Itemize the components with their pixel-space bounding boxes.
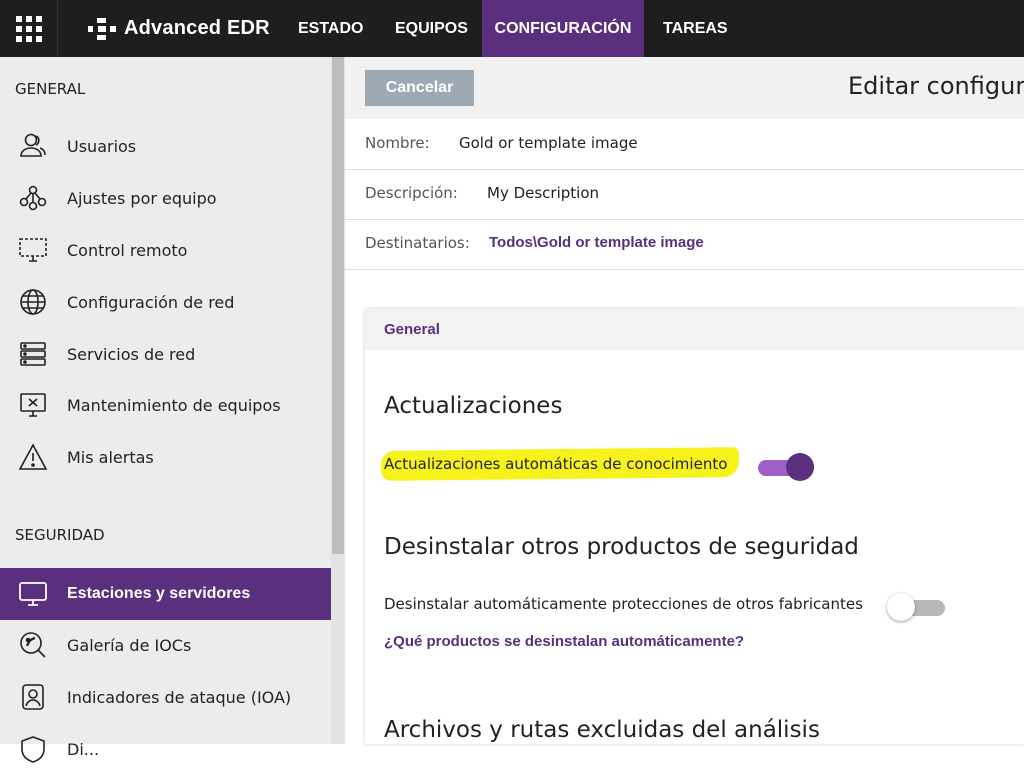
sidebar: GENERAL Usuarios Ajustes por equipo Cont…: [0, 57, 331, 763]
sidebar-item-configuracion-de-red[interactable]: Configuración de red: [0, 277, 331, 327]
network-nodes-icon: [19, 185, 47, 211]
exclusions-heading: Archivos y rutas excluidas del análisis: [384, 717, 820, 743]
sidebar-section-general: GENERAL: [15, 80, 86, 98]
sidebar-item-label: Galería de IOCs: [67, 635, 192, 655]
sidebar-item-label: Ajustes por equipo: [67, 188, 217, 208]
panel-header: General: [365, 309, 1024, 350]
recipients-link[interactable]: Todos\Gold or template image: [489, 234, 704, 251]
sidebar-item-usuarios[interactable]: Usuarios: [0, 121, 331, 171]
description-row: Descripción: My Description: [345, 169, 1024, 220]
apps-menu-button[interactable]: [0, 0, 58, 57]
general-settings-panel: General Actualizaciones Actualizaciones …: [365, 309, 1024, 744]
auto-updates-label: Actualizaciones automáticas de conocimie…: [384, 455, 728, 473]
description-label: Descripción:: [365, 184, 458, 202]
warning-icon: [18, 443, 48, 470]
monitor-x-icon: [20, 393, 46, 417]
sidebar-item-control-remoto[interactable]: Control remoto: [0, 225, 331, 275]
tab-tareas[interactable]: TAREAS: [663, 0, 728, 57]
uninstall-help-link[interactable]: ¿Qué productos se desinstalan automática…: [384, 633, 744, 650]
uninstall-label: Desinstalar automáticamente protecciones…: [384, 595, 863, 613]
remote-screen-icon: [19, 238, 47, 262]
toolbar: Cancelar Editar configura: [345, 57, 1024, 119]
toggle-knob: [887, 593, 915, 621]
brand-name: Advanced EDR: [124, 17, 270, 39]
name-value[interactable]: Gold or template image: [459, 134, 638, 152]
sidebar-item-label: Control remoto: [67, 240, 188, 260]
sidebar-item-indicadores-de-ataque[interactable]: Indicadores de ataque (IOA): [0, 672, 331, 722]
description-value[interactable]: My Description: [487, 184, 599, 202]
auto-updates-toggle[interactable]: [756, 451, 816, 481]
sidebar-scrollbar[interactable]: [331, 57, 345, 744]
sidebar-scrollbar-thumb[interactable]: [332, 57, 344, 554]
sidebar-item-label: Di...: [67, 739, 100, 759]
tab-configuracion[interactable]: CONFIGURACIÓN: [482, 0, 644, 57]
sidebar-item-label: Usuarios: [67, 136, 137, 156]
recipients-label: Destinatarios:: [365, 234, 470, 252]
name-label: Nombre:: [365, 134, 430, 152]
brand[interactable]: Advanced EDR: [88, 0, 270, 57]
server-icon: [20, 342, 46, 366]
tab-estado[interactable]: ESTADO: [298, 0, 363, 57]
uninstall-heading: Desinstalar otros productos de seguridad: [384, 534, 859, 560]
sidebar-item-label: Servicios de red: [67, 344, 196, 364]
sidebar-item-label: Configuración de red: [67, 292, 235, 312]
panel-header-title: General: [384, 321, 440, 338]
sidebar-item-label: Estaciones y servidores: [67, 585, 251, 602]
sidebar-item-servicios-de-red[interactable]: Servicios de red: [0, 329, 331, 379]
updates-heading: Actualizaciones: [384, 393, 563, 419]
uninstall-toggle[interactable]: [887, 591, 947, 621]
sidebar-item-mis-alertas[interactable]: Mis alertas: [0, 432, 331, 482]
top-navigation-bar: Advanced EDR ESTADO EQUIPOS CONFIGURACIÓ…: [0, 0, 1024, 57]
sidebar-item-label: Indicadores de ataque (IOA): [67, 687, 292, 707]
tab-equipos[interactable]: EQUIPOS: [395, 0, 468, 57]
shield-icon: [21, 736, 45, 763]
grid-icon: [15, 15, 42, 42]
sidebar-item-mantenimiento-de-equipos[interactable]: Mantenimiento de equipos: [0, 380, 331, 430]
globe-icon: [20, 289, 46, 315]
ioc-search-icon: [20, 632, 46, 658]
monitor-icon: [19, 582, 47, 606]
sidebar-item-label: Mantenimiento de equipos: [67, 395, 281, 415]
sidebar-item-estaciones-y-servidores[interactable]: Estaciones y servidores: [0, 568, 331, 620]
sidebar-section-seguridad: SEGURIDAD: [15, 526, 105, 544]
sidebar-item-label: Mis alertas: [67, 447, 154, 467]
brand-logo-icon: [88, 17, 116, 40]
toggle-knob: [786, 453, 814, 481]
ioa-badge-icon: [22, 684, 44, 710]
recipients-row: Destinatarios: Todos\Gold or template im…: [345, 219, 1024, 270]
sidebar-item-galeria-de-iocs[interactable]: Galería de IOCs: [0, 620, 331, 670]
cancel-button[interactable]: Cancelar: [365, 70, 474, 106]
sidebar-item-ajustes-por-equipo[interactable]: Ajustes por equipo: [0, 173, 331, 223]
users-icon: [20, 133, 46, 157]
main-content: Cancelar Editar configura Nombre: Gold o…: [345, 57, 1024, 744]
page-title: Editar configura: [848, 72, 1024, 100]
sidebar-item-next[interactable]: Di...: [0, 724, 331, 774]
name-row: Nombre: Gold or template image: [345, 119, 1024, 170]
